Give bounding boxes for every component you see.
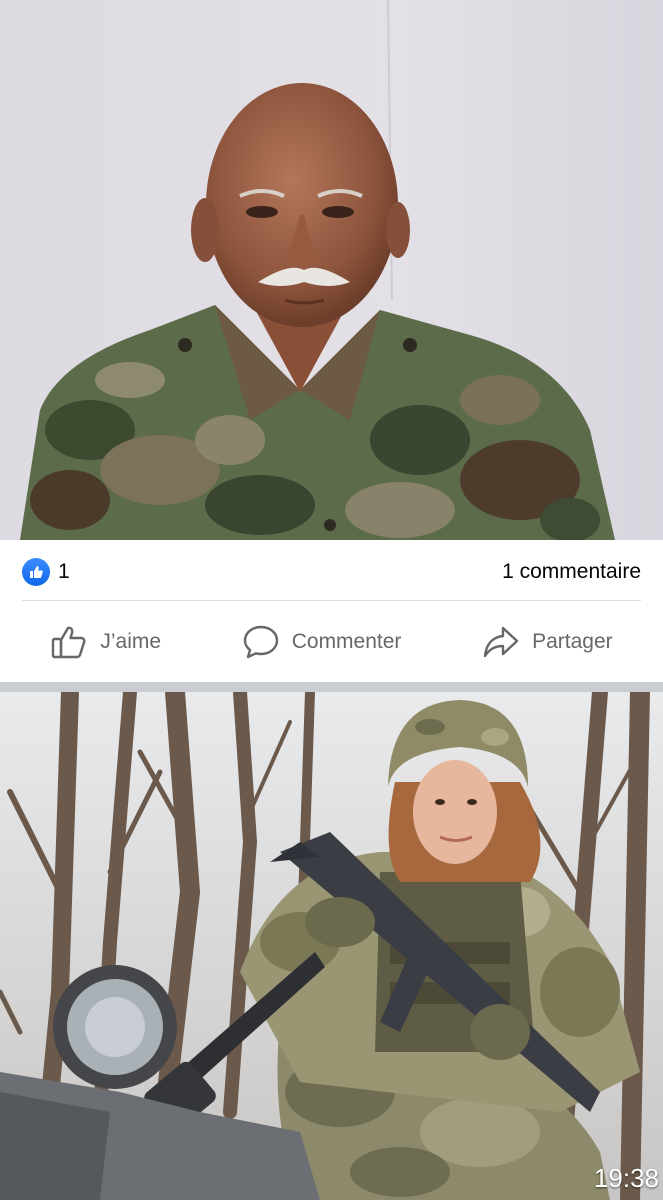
thumbs-up-icon — [50, 624, 88, 660]
like-reaction-icon — [22, 558, 50, 586]
status-time: 19:38 — [593, 1163, 659, 1193]
comment-bubble-icon — [242, 624, 280, 660]
post-actions: J’aime Commenter Partager — [0, 618, 663, 666]
man-portrait-image — [0, 0, 663, 540]
like-count-group[interactable]: 1 — [22, 558, 70, 586]
comment-button[interactable]: Commenter — [242, 624, 402, 660]
like-button[interactable]: J’aime — [50, 624, 161, 660]
like-label: J’aime — [100, 630, 162, 653]
share-label: Partager — [532, 630, 613, 653]
comments-count-link[interactable]: 1 commentaire — [502, 560, 641, 584]
share-arrow-icon — [482, 624, 520, 660]
post-footer: 1 1 commentaire J’aime Commenter Partage… — [0, 540, 663, 682]
post-separator — [0, 682, 663, 692]
like-count: 1 — [58, 560, 70, 583]
soldier-woman-image — [0, 692, 663, 1200]
comment-label: Commenter — [291, 630, 402, 653]
share-button[interactable]: Partager — [482, 624, 613, 660]
post-photo-bottom[interactable]: 19:38 — [0, 692, 663, 1200]
post-photo-top[interactable] — [0, 0, 663, 540]
divider — [22, 600, 641, 601]
reactions-summary: 1 1 commentaire — [22, 554, 641, 590]
